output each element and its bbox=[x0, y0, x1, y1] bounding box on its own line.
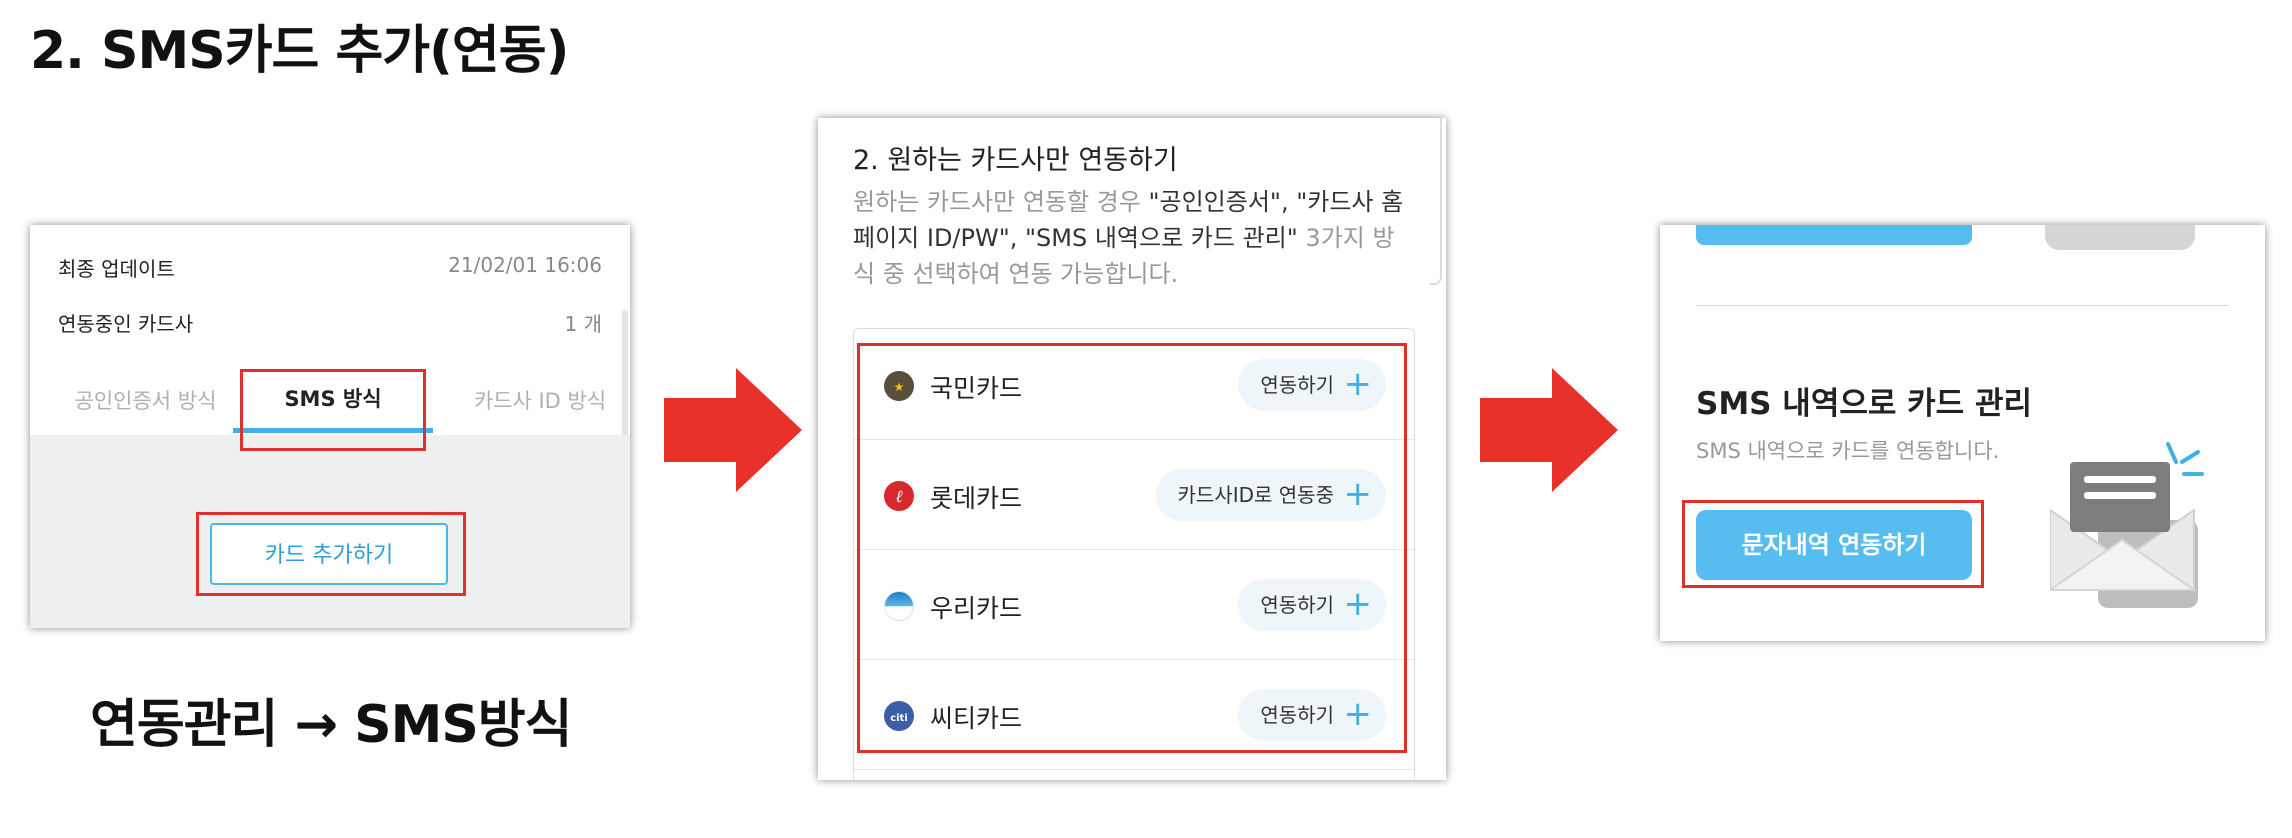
right-arrow-icon bbox=[664, 368, 802, 492]
tab-card-id[interactable]: 카드사 ID 방식 bbox=[460, 385, 620, 415]
tab-certificate[interactable]: 공인인증서 방식 bbox=[58, 385, 233, 415]
last-update-value: 21/02/01 16:06 bbox=[448, 253, 602, 277]
previous-section-button[interactable] bbox=[1696, 225, 1972, 245]
previous-section-image bbox=[2045, 225, 2195, 250]
right-arrow-icon bbox=[1480, 368, 1618, 492]
last-update-row: 최종 업데이트 21/02/01 16:06 bbox=[58, 253, 602, 282]
card-company-panel: 2. 원하는 카드사만 연동하기 원하는 카드사만 연동할 경우 "공인인증서"… bbox=[818, 118, 1446, 780]
page-title: 2. SMS카드 추가(연동) bbox=[30, 21, 569, 81]
section-heading: 2. 원하는 카드사만 연동하기 bbox=[853, 145, 1178, 176]
description-text-1: 원하는 카드사만 연동할 경우 bbox=[853, 188, 1149, 216]
section-heading: SMS 내역으로 카드 관리 bbox=[1696, 386, 2033, 422]
linked-cards-row: 연동중인 카드사 1 개 bbox=[58, 308, 602, 337]
scrollbar[interactable] bbox=[1430, 118, 1442, 285]
highlight-box-card-list bbox=[857, 343, 1407, 753]
caption: 연동관리 → SMS방식 bbox=[90, 695, 572, 755]
envelope-message-icon bbox=[2050, 442, 2204, 608]
highlight-box-link-sms bbox=[1682, 500, 1984, 588]
link-management-panel: 최종 업데이트 21/02/01 16:06 연동중인 카드사 1 개 공인인증… bbox=[30, 225, 630, 628]
divider bbox=[1696, 305, 2229, 306]
linked-cards-label: 연동중인 카드사 bbox=[58, 312, 194, 336]
section-subtext: SMS 내역으로 카드를 연동합니다. bbox=[1696, 439, 2000, 463]
linked-cards-value: 1 개 bbox=[564, 312, 602, 336]
last-update-label: 최종 업데이트 bbox=[58, 257, 175, 281]
section-description: 원하는 카드사만 연동할 경우 "공인인증서", "카드사 홈페이지 ID/PW… bbox=[853, 184, 1413, 292]
sms-card-panel: SMS 내역으로 카드 관리 SMS 내역으로 카드를 연동합니다. 문자내역 … bbox=[1660, 225, 2265, 641]
highlight-box-sms-tab bbox=[240, 369, 426, 451]
highlight-box-add-card bbox=[196, 512, 466, 596]
